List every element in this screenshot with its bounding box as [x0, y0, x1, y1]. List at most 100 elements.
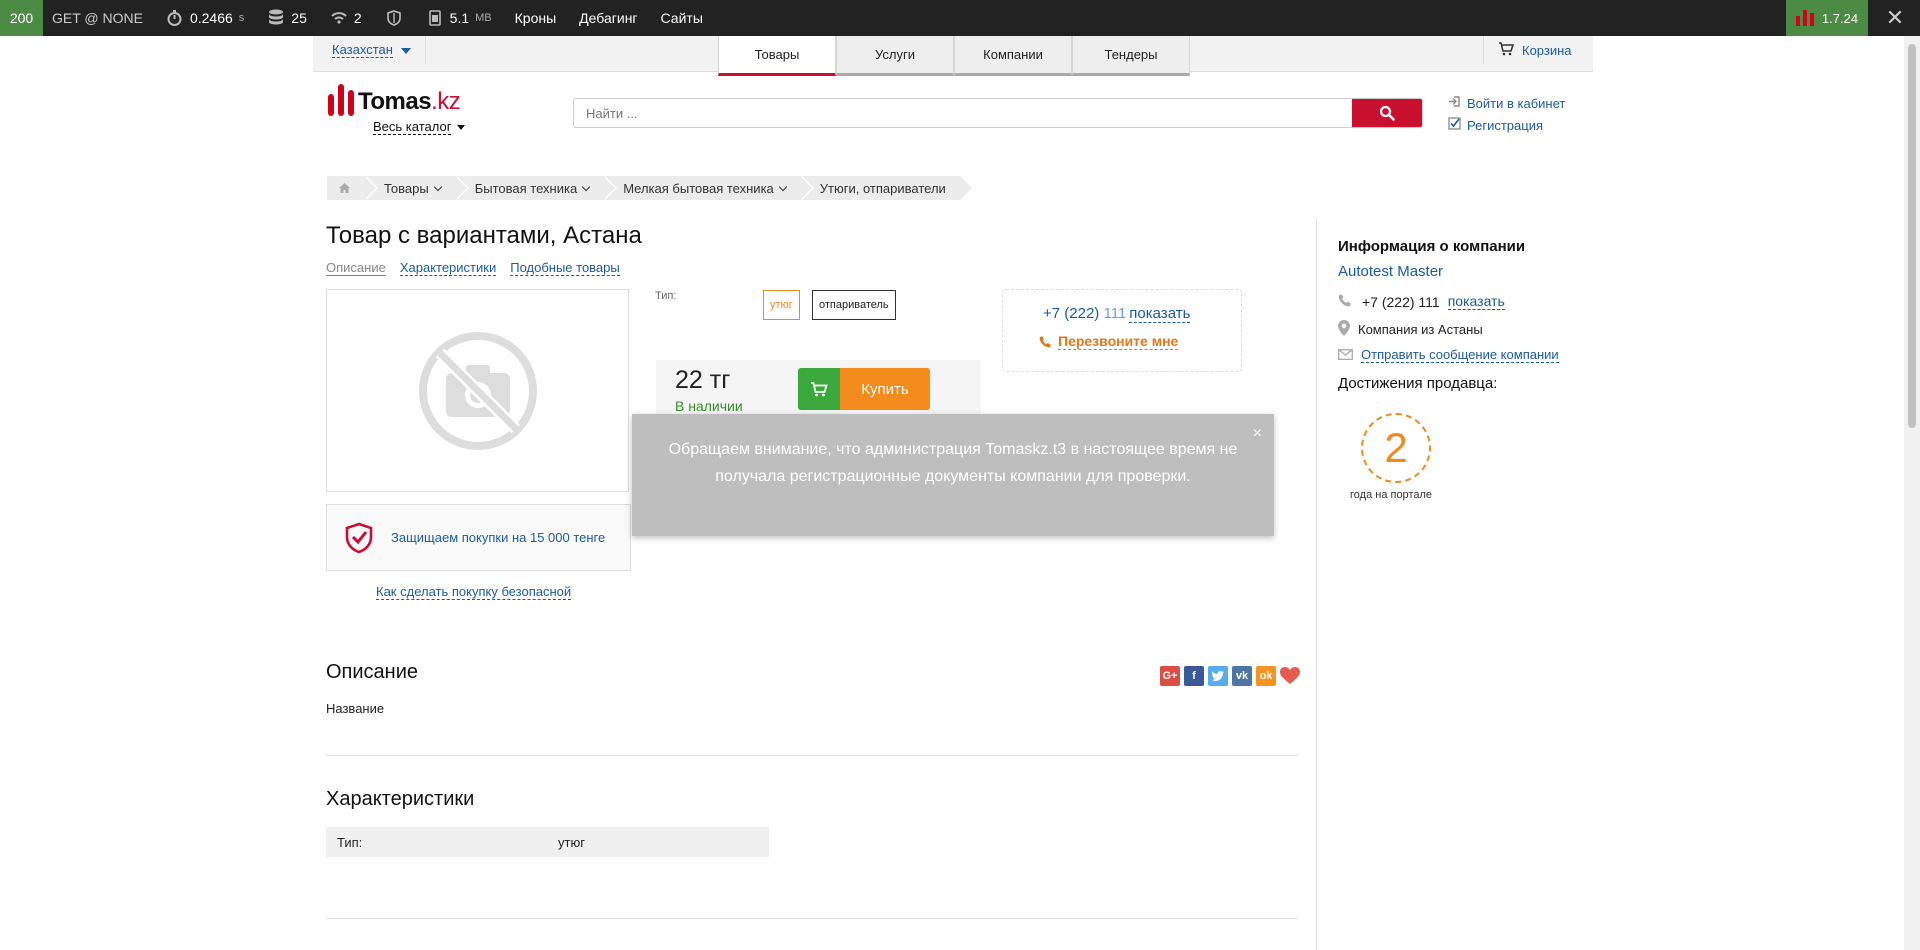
location-pin-icon — [1338, 320, 1350, 339]
heart-icon[interactable] — [1280, 666, 1300, 686]
protection-text: Защищаем покупки на 15 000 тенге — [391, 530, 606, 545]
debug-link-crons[interactable]: Кроны — [515, 10, 557, 26]
variant-option-selected[interactable]: утюг — [763, 290, 800, 320]
version-badge[interactable]: 1.7.24 — [1786, 0, 1868, 36]
breadcrumb-home[interactable] — [327, 176, 378, 200]
time-panel[interactable]: 0.2466 s — [166, 9, 244, 27]
database-icon — [267, 9, 285, 27]
table-row: Тип: утюг — [326, 827, 769, 857]
company-phone: +7 (222) 111 показать — [1338, 293, 1505, 310]
subnav-similar[interactable]: Подобные товары — [510, 260, 620, 276]
tab-services[interactable]: Услуги — [836, 36, 954, 76]
description-heading: Описание — [326, 661, 419, 683]
cart-link[interactable]: Корзина — [1483, 36, 1586, 64]
safe-purchase-link[interactable]: Как сделать покупку безопасной — [376, 584, 572, 600]
memory-panel[interactable]: 5.1 MB — [426, 9, 492, 27]
sidebar-divider — [1316, 218, 1317, 950]
search-icon — [1379, 105, 1395, 121]
company-name-link[interactable]: Autotest Master — [1338, 263, 1443, 280]
request-info[interactable]: GET @ NONE — [52, 10, 143, 26]
description-text: Название — [326, 701, 385, 716]
envelope-icon — [1338, 348, 1353, 363]
close-icon[interactable]: × — [1253, 420, 1262, 447]
events-panel[interactable]: 2 — [330, 9, 362, 27]
shield-icon — [385, 9, 403, 27]
signal-icon — [330, 9, 348, 27]
chevron-down-icon — [778, 182, 788, 191]
callback-link[interactable]: Перезвоните мне — [1039, 333, 1179, 350]
vk-icon[interactable]: vk — [1232, 666, 1252, 686]
tab-tenders[interactable]: Тендеры — [1072, 36, 1190, 76]
phone-icon — [1039, 336, 1051, 348]
debug-link-sites[interactable]: Сайты — [661, 10, 703, 26]
product-subnav: Описание Характеристики Подобные товары — [326, 260, 620, 276]
country-label: Казахстан — [332, 42, 393, 58]
price: 22 тг — [675, 366, 731, 394]
facebook-icon[interactable]: f — [1184, 666, 1204, 686]
no-photo-icon — [418, 331, 537, 450]
catalog-dropdown[interactable]: Весь каталог — [373, 119, 466, 135]
category-tabs: Товары Услуги Компании Тендеры — [718, 36, 1190, 76]
send-message-link[interactable]: Отправить сообщение компании — [1361, 347, 1559, 363]
subnav-specs[interactable]: Характеристики — [399, 260, 497, 276]
years-badge: 2 — [1361, 413, 1431, 483]
page-title: Товар с вариантами, Астана — [326, 222, 642, 249]
breadcrumb: Товары Бытовая техника Мелкая бытовая те… — [327, 176, 974, 200]
login-link[interactable]: Войти в кабинет — [1467, 93, 1565, 115]
company-location: Компания из Астаны — [1338, 320, 1483, 339]
google-plus-icon[interactable]: G+ — [1160, 666, 1180, 686]
status-code[interactable]: 200 — [0, 0, 43, 36]
cart-icon — [1498, 41, 1515, 59]
specs-heading: Характеристики — [326, 788, 475, 810]
checkbox-icon — [1448, 115, 1461, 137]
product-image[interactable] — [326, 289, 629, 492]
auth-links: Войти в кабинет Регистрация — [1448, 93, 1565, 137]
tab-companies[interactable]: Компании — [954, 36, 1072, 76]
breadcrumb-item[interactable]: Бытовая техника — [454, 176, 618, 200]
chevron-down-icon — [400, 47, 411, 54]
twitter-icon[interactable] — [1208, 666, 1228, 686]
caret-down-icon — [457, 125, 466, 131]
verification-notice: × Обращаем внимание, что администрация T… — [632, 414, 1274, 536]
show-phone-link[interactable]: показать — [1447, 293, 1505, 310]
db-panel[interactable]: 25 — [267, 9, 307, 27]
country-selector[interactable]: Казахстан — [318, 36, 426, 64]
cart-icon — [811, 381, 828, 396]
close-debug-icon[interactable]: ✕ — [1870, 0, 1920, 36]
scrollbar[interactable] — [1904, 36, 1920, 950]
register-link[interactable]: Регистрация — [1467, 115, 1543, 137]
buy-label: Купить — [840, 368, 930, 410]
breadcrumb-item[interactable]: Мелкая бытовая техника — [603, 176, 814, 200]
logo-bars-icon — [328, 84, 354, 116]
divider — [326, 918, 1298, 919]
contact-box: +7 (222) 111 показать Перезвоните мне — [1002, 289, 1242, 372]
logo-text: Tomas.kz — [358, 88, 461, 115]
odnoklassniki-icon[interactable]: ok — [1256, 666, 1276, 686]
spec-value: утюг — [558, 834, 585, 850]
site-logo[interactable]: Tomas.kz — [328, 84, 461, 116]
divider — [326, 755, 1298, 756]
breadcrumb-item[interactable]: Утюги, отпариватели — [799, 176, 974, 200]
search-input[interactable] — [574, 99, 1352, 127]
search-button[interactable] — [1352, 99, 1422, 127]
subnav-description[interactable]: Описание — [326, 260, 386, 276]
show-phone-link[interactable]: показать — [1129, 305, 1191, 323]
phone-icon — [1338, 293, 1352, 310]
login-icon — [1448, 93, 1461, 115]
tab-goods[interactable]: Товары — [718, 36, 836, 76]
buy-button[interactable]: Купить — [798, 368, 930, 410]
notice-text: Обращаем внимание, что администрация Tom… — [668, 441, 1238, 485]
buyer-protection[interactable]: Защищаем покупки на 15 000 тенге — [326, 504, 631, 571]
company-info-heading: Информация о компании — [1338, 238, 1526, 255]
chevron-down-icon — [433, 182, 442, 191]
debug-link-debugging[interactable]: Дебагинг — [579, 10, 637, 26]
scrollbar-thumb[interactable] — [1908, 44, 1916, 428]
memory-icon — [426, 9, 444, 27]
variant-option[interactable]: отпариватель — [812, 290, 896, 320]
achievements-heading: Достижения продавца: — [1338, 375, 1498, 392]
debug-toolbar: 200 GET @ NONE 0.2466 s 25 2 5.1 MB Кроны … — [0, 0, 1920, 36]
company-message: Отправить сообщение компании — [1338, 347, 1559, 363]
contact-phone: +7 (222) 111 показать — [1043, 305, 1191, 323]
search-bar — [573, 98, 1423, 128]
security-panel[interactable] — [385, 9, 403, 27]
